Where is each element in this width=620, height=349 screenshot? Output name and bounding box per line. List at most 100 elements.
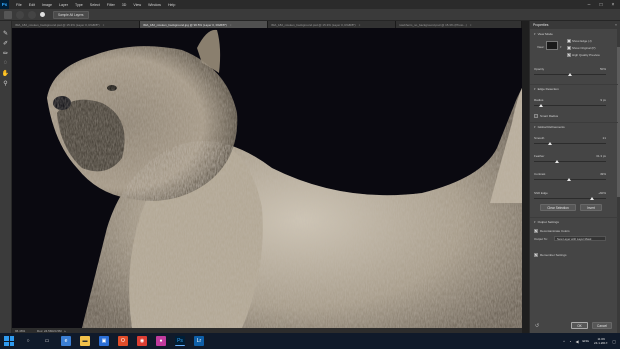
volume-icon[interactable]: ◀ <box>575 339 578 344</box>
global-refinements-section[interactable]: ▾ Global Refinements <box>534 125 565 129</box>
document-tab[interactable]: IMA_182_rotoken_background.psd @ 15.3% (… <box>12 21 140 28</box>
tray-arrow-icon[interactable]: ^ <box>563 339 565 344</box>
file-explorer-icon[interactable]: ▬ <box>80 336 90 346</box>
tab-close-icon[interactable]: × <box>359 23 361 27</box>
view-mode-section[interactable]: ▾ View Mode <box>534 32 553 36</box>
remember-settings-label: Remember Settings <box>540 253 567 257</box>
edge-detection-section[interactable]: ▾ Edge Detection <box>534 87 559 91</box>
zoom-level[interactable]: 96.46% <box>15 329 37 333</box>
brush-size-icon[interactable] <box>40 12 45 17</box>
edge-icon[interactable]: e <box>61 336 71 346</box>
view-mode-thumbnail[interactable] <box>546 41 558 50</box>
menu-file[interactable]: File <box>16 3 22 7</box>
menu-layer[interactable]: Layer <box>59 3 68 7</box>
status-menu-arrow-icon[interactable]: ▸ <box>65 329 67 333</box>
shift-edge-slider[interactable] <box>534 196 606 200</box>
ok-button[interactable]: OK <box>571 322 588 329</box>
radius-slider-thumb[interactable] <box>539 103 543 107</box>
shift-edge-value[interactable]: +60% <box>590 191 606 195</box>
minimize-icon[interactable]: – <box>583 0 595 9</box>
brush-tool-icon[interactable]: ✏ <box>2 49 10 57</box>
zoom-tool-icon[interactable]: ⚲ <box>2 79 10 87</box>
output-settings-section[interactable]: ▾ Output Settings <box>534 220 559 224</box>
smooth-value[interactable]: 21 <box>590 136 606 140</box>
show-original-checkbox[interactable] <box>567 46 571 50</box>
view-dropdown-arrow-icon[interactable]: ▾ <box>560 45 562 49</box>
maximize-icon[interactable]: □ <box>595 0 607 9</box>
menu-type[interactable]: Type <box>75 3 83 7</box>
high-quality-preview-label: High Quality Preview <box>572 53 600 57</box>
clock[interactable]: 11:09 24.1.2017. <box>594 337 608 345</box>
document-tab[interactable]: IMA_182_rotoken_background.psd @ 15.3% (… <box>268 21 396 28</box>
output-to-dropdown[interactable]: New Layer with Layer Mask <box>554 236 606 241</box>
system-tray: ^ ◔ ◀ ENG 11:09 24.1.2017. ▢ <box>559 333 616 349</box>
photoshop-taskbar-icon[interactable]: Ps <box>175 336 185 346</box>
language-indicator[interactable]: ENG <box>583 339 590 343</box>
opacity-slider[interactable] <box>534 72 606 76</box>
lightroom-icon[interactable]: Lr <box>194 336 204 346</box>
cancel-button[interactable]: Cancel <box>592 322 612 329</box>
smooth-slider-thumb[interactable] <box>547 141 552 145</box>
output-to-label: Output To: <box>534 237 548 241</box>
menu-help[interactable]: Help <box>168 3 175 7</box>
menu-filter[interactable]: Filter <box>107 3 115 7</box>
invert-button[interactable]: Invert <box>580 204 602 211</box>
document-canvas[interactable] <box>12 28 522 328</box>
contrast-value[interactable]: 49% <box>590 172 606 176</box>
refine-edge-brush-icon[interactable]: ✐ <box>2 39 10 47</box>
divider <box>530 122 618 123</box>
search-icon[interactable]: ○ <box>23 336 33 346</box>
smart-radius-label: Smart Radius <box>540 114 559 118</box>
smart-radius-checkbox[interactable] <box>534 114 538 118</box>
menu-3d[interactable]: 3D <box>122 3 127 7</box>
sample-all-layers-button[interactable]: Sample All Layers <box>53 10 89 19</box>
shift-edge-slider-thumb[interactable] <box>589 196 594 200</box>
menu-edit[interactable]: Edit <box>29 3 35 7</box>
feather-slider[interactable] <box>534 159 606 163</box>
tab-close-icon[interactable]: × <box>230 23 232 27</box>
quick-selection-tool-icon[interactable]: ✎ <box>2 29 10 37</box>
reset-icon[interactable]: ↺ <box>535 323 539 329</box>
contrast-slider[interactable] <box>534 177 606 181</box>
show-original-label: Show Original (P) <box>572 46 596 50</box>
chrome-icon[interactable]: ◉ <box>137 336 147 346</box>
contrast-label: Contrast <box>534 172 546 176</box>
high-quality-preview-checkbox[interactable]: ✓ <box>567 53 571 57</box>
smooth-slider[interactable] <box>534 141 606 145</box>
notifications-icon[interactable]: ▢ <box>612 339 616 344</box>
tab-close-icon[interactable]: × <box>470 23 472 27</box>
brush-add-icon[interactable] <box>16 10 24 19</box>
network-icon[interactable]: ◔ <box>569 339 571 344</box>
menu-select[interactable]: Select <box>90 3 100 7</box>
office-icon[interactable]: O <box>118 336 128 346</box>
task-view-icon[interactable]: ▭ <box>42 336 52 346</box>
close-icon[interactable]: × <box>607 0 619 9</box>
menu-view[interactable]: View <box>133 3 141 7</box>
radius-value[interactable]: 9 px <box>590 98 606 102</box>
tool-preset-icon[interactable] <box>4 10 12 19</box>
feather-slider-thumb[interactable] <box>555 159 560 163</box>
app-icon[interactable]: ● <box>156 336 166 346</box>
radius-slider[interactable] <box>534 103 606 107</box>
divider <box>530 217 618 218</box>
contrast-slider-thumb[interactable] <box>567 177 572 181</box>
brush-subtract-icon[interactable] <box>28 10 36 19</box>
clear-selection-button[interactable]: Clear Selection <box>540 204 576 211</box>
show-edge-checkbox[interactable] <box>567 39 571 43</box>
document-tab-active[interactable]: IMA_182_rotoken_background.jpg @ 96.5% (… <box>140 21 268 28</box>
tab-close-icon[interactable]: × <box>103 23 105 27</box>
store-icon[interactable]: ▣ <box>99 336 109 346</box>
lasso-tool-icon[interactable]: ◌ <box>2 59 10 67</box>
windows-start-icon[interactable] <box>4 336 14 346</box>
feather-value[interactable]: 31.3 px <box>590 154 606 158</box>
feather-label: Feather <box>534 154 545 158</box>
hand-tool-icon[interactable]: ✋ <box>2 69 10 77</box>
document-tab[interactable]: rotebheim_no_background.psd @ 15.3% (Pho… <box>396 21 522 28</box>
opacity-slider-thumb[interactable] <box>568 72 572 76</box>
panel-collapse-icon[interactable]: » <box>615 23 617 27</box>
menu-window[interactable]: Window <box>148 3 161 7</box>
decontaminate-colors-checkbox[interactable]: ✓ <box>534 229 538 233</box>
menu-image[interactable]: Image <box>42 3 52 7</box>
remember-settings-checkbox[interactable]: ✓ <box>534 253 538 257</box>
opacity-value[interactable]: 50% <box>590 67 606 71</box>
